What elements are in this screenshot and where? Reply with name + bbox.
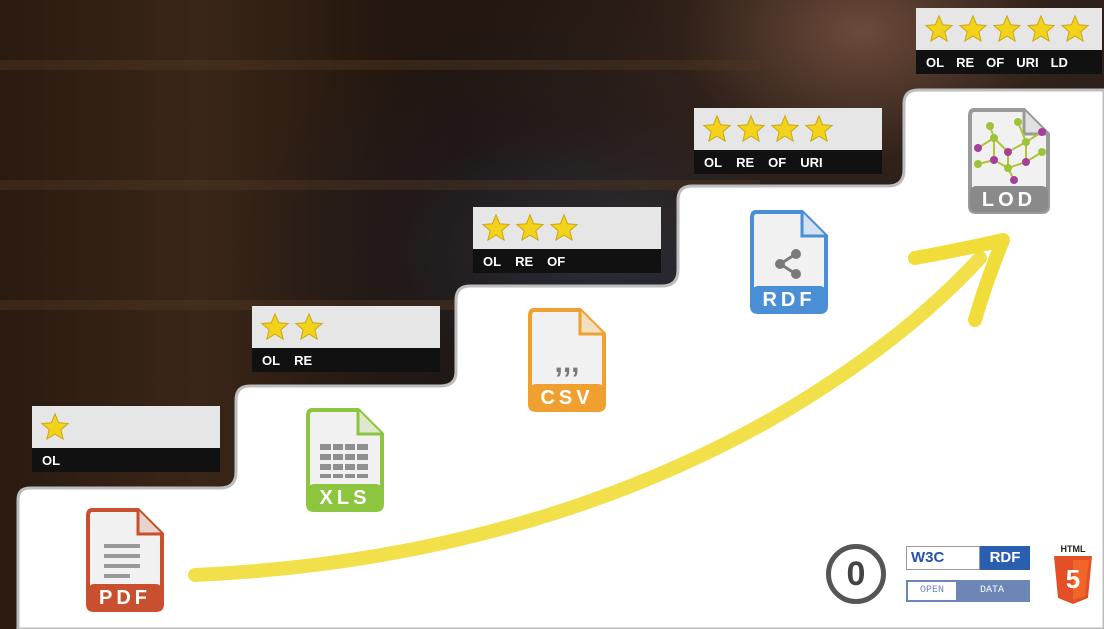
star-icon: [736, 114, 766, 144]
data-text: DATA: [956, 582, 1028, 600]
level-label: OL: [926, 54, 945, 70]
cc0-text: 0: [846, 555, 866, 593]
level-label: RE: [736, 154, 755, 170]
pdf-file-icon: PDF: [86, 508, 164, 612]
star-icon: [1026, 14, 1056, 44]
star-icon: [549, 213, 579, 243]
stars-row: [473, 207, 661, 249]
open-data-logo: OPEN DATA: [906, 580, 1030, 602]
star-badge-5: OL RE OF URI LD: [916, 8, 1102, 74]
stars-row: [252, 306, 440, 348]
labels-row: OL RE OF URI LD: [916, 50, 1102, 74]
html5-number: 5: [1065, 564, 1081, 594]
w3c-rdf-logo: W3C RDF: [906, 546, 1030, 570]
pdf-label: PDF: [99, 587, 151, 609]
stars-row: [916, 8, 1102, 50]
xls-file-icon: XLS: [306, 408, 384, 512]
star-icon: [770, 114, 800, 144]
csv-label: CSV: [540, 387, 594, 409]
rdf-text: RDF: [980, 546, 1030, 570]
level-label: RE: [515, 253, 534, 269]
html5-logo: HTML 5: [1050, 544, 1096, 606]
star-icon: [958, 14, 988, 44]
level-label: OF: [986, 54, 1005, 70]
csv-file-icon: ,,, CSV: [528, 308, 606, 412]
cc0-logo: 0: [826, 544, 886, 604]
labels-row: OL RE OF URI: [694, 150, 882, 174]
lod-file-icon: LOD: [968, 108, 1050, 214]
star-icon: [924, 14, 954, 44]
html-text: HTML: [1060, 544, 1086, 554]
star-badge-1: OL: [32, 406, 220, 472]
level-label: OF: [768, 154, 787, 170]
star-icon: [1060, 14, 1090, 44]
star-icon: [260, 312, 290, 342]
level-label: RE: [956, 54, 975, 70]
star-badge-4: OL RE OF URI: [694, 108, 882, 174]
star-icon: [992, 14, 1022, 44]
level-label: URI: [1016, 54, 1039, 70]
star-badge-2: OL RE: [252, 306, 440, 372]
level-label: OL: [42, 452, 61, 468]
level-label: URI: [800, 154, 823, 170]
labels-row: OL: [32, 448, 220, 472]
labels-row: OL RE OF: [473, 249, 661, 273]
star-badge-3: OL RE OF: [473, 207, 661, 273]
svg-text:,,,: ,,,: [554, 346, 579, 379]
stars-row: [694, 108, 882, 150]
star-icon: [702, 114, 732, 144]
level-label: RE: [294, 352, 313, 368]
star-icon: [515, 213, 545, 243]
level-label: OL: [704, 154, 723, 170]
star-icon: [481, 213, 511, 243]
star-icon: [804, 114, 834, 144]
level-label: LD: [1050, 54, 1068, 70]
star-icon: [294, 312, 324, 342]
lod-label: LOD: [981, 189, 1037, 211]
stars-row: [32, 406, 220, 448]
level-label: OL: [483, 253, 502, 269]
xls-label: XLS: [319, 487, 371, 509]
w3c-text: W3C: [906, 546, 980, 570]
labels-row: OL RE: [252, 348, 440, 372]
rdf-label: RDF: [762, 289, 816, 311]
star-icon: [40, 412, 70, 442]
open-text: OPEN: [908, 582, 956, 600]
level-label: OL: [262, 352, 281, 368]
rdf-file-icon: RDF: [750, 210, 828, 314]
level-label: OF: [547, 253, 566, 269]
